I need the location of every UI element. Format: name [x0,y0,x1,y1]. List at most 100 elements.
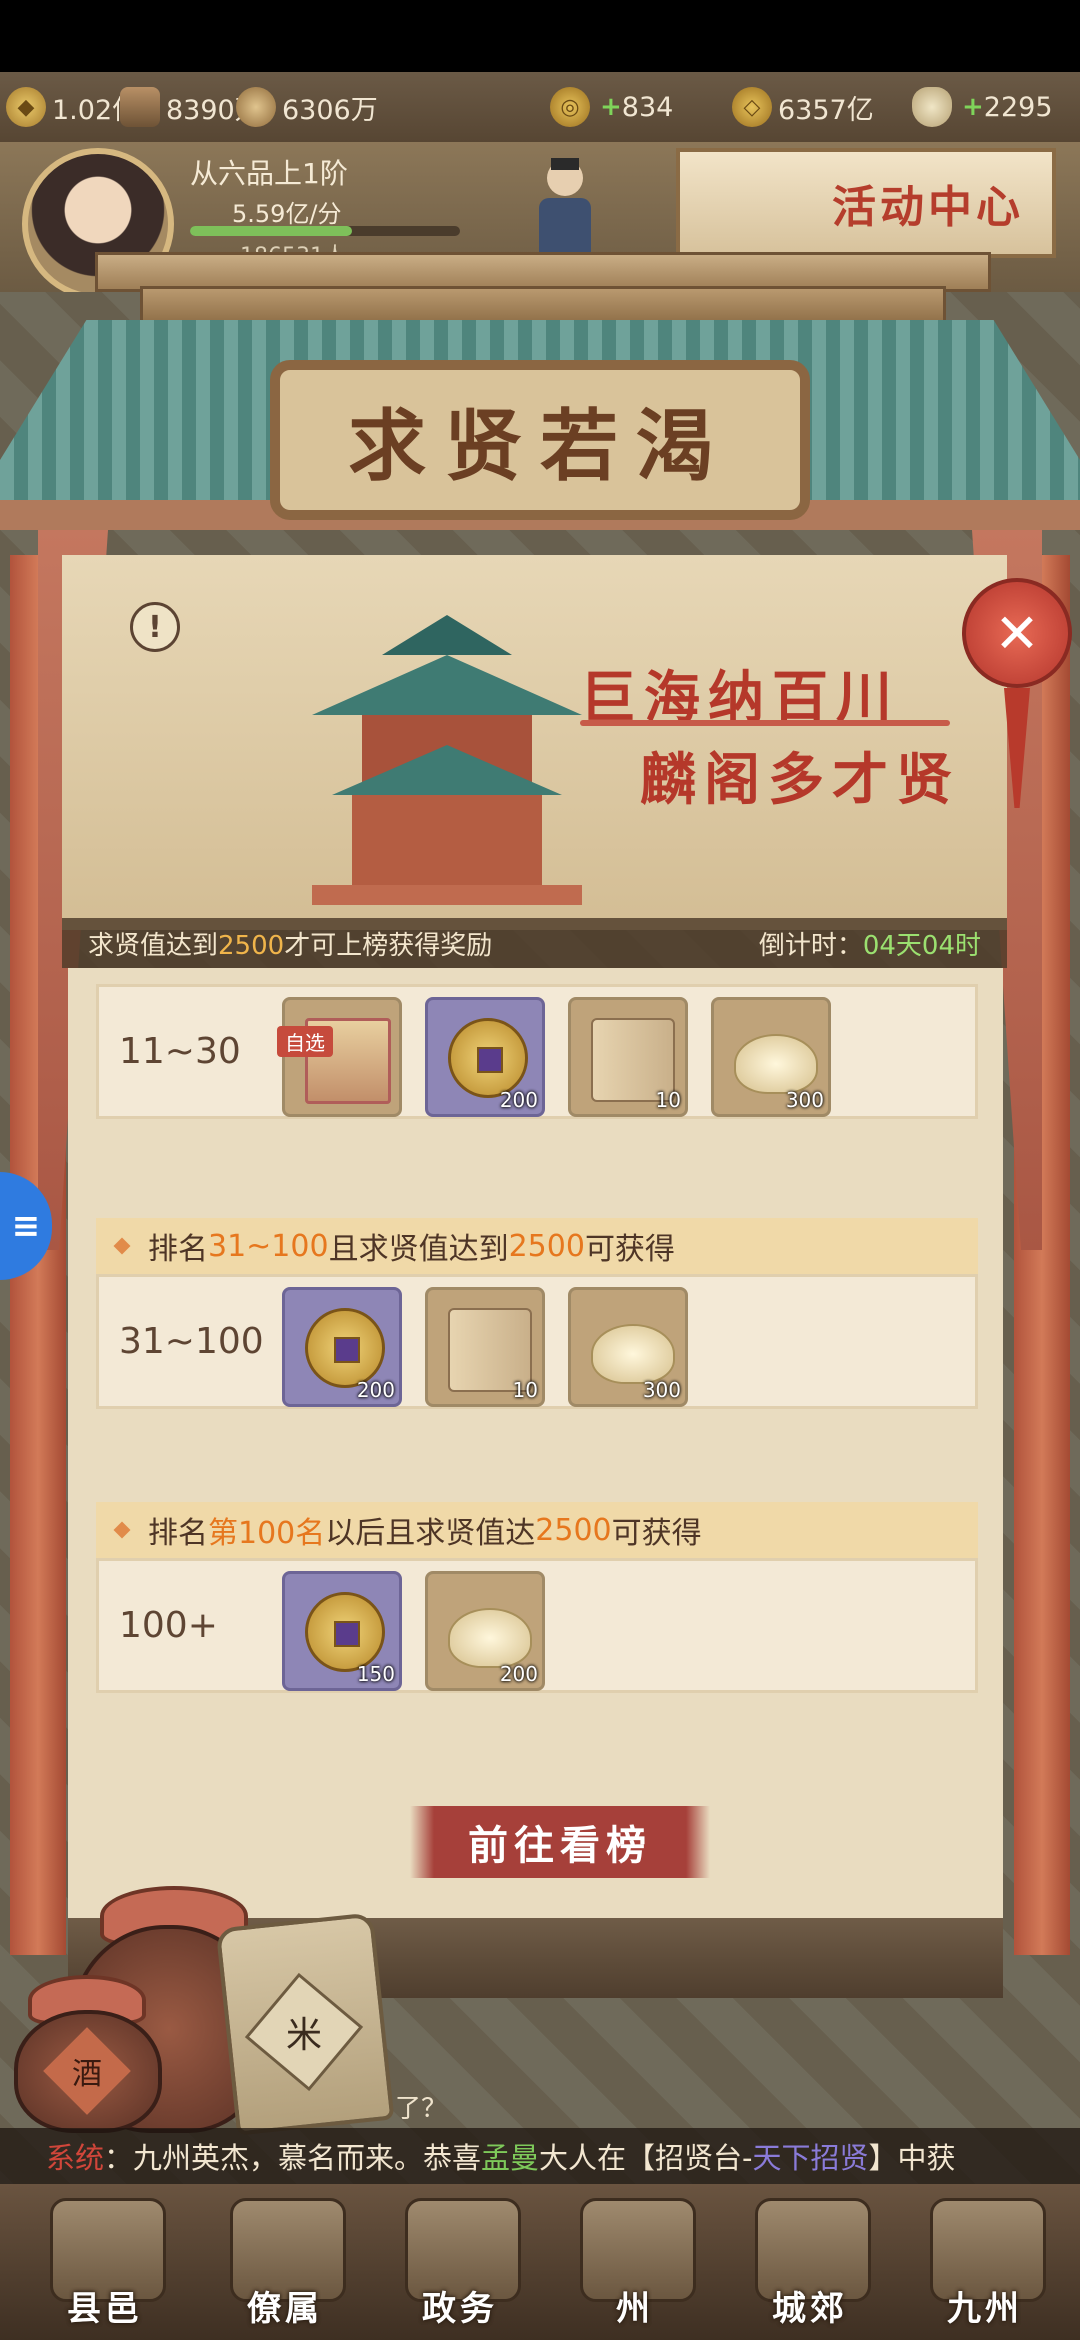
reward-qty: 300 [785,1088,824,1112]
wood-icon [120,87,160,127]
view-leaderboard-button[interactable]: 前往看榜 [410,1806,710,1878]
close-button[interactable]: ✕ [962,578,1072,688]
condition-value: 2500 [508,1228,585,1264]
nav-label: 僚属 [247,2289,323,2329]
rice-label-text: 米 [285,2014,323,2056]
nav-label: 城郊 [772,2289,848,2329]
condition-text: 以后且求贤值达 [325,1516,536,1551]
plus-icon[interactable]: + [962,92,984,122]
requirement-value: 2500 [218,930,285,961]
reward-tier-11-30: 11~30 200 10 300 [96,984,978,1119]
menu-icon: ≡ [11,1206,41,1246]
nav-label: 县邑 [67,2289,143,2329]
condition-text: 排名 [148,1232,208,1267]
requirement-text: 求贤值达到2500才可上榜获得奖励 [88,925,492,962]
nav-affairs[interactable]: 政务 [385,2184,535,2340]
condition-value: 2500 [535,1512,612,1548]
reward-tier-31-100: 31~100 200 10 300 [96,1274,978,1409]
bottom-nav: 县邑 僚属 政务 州 城郊 九州 [0,2184,1080,2340]
reward-slot[interactable]: 300 [711,997,831,1117]
rank-progress [190,226,460,236]
optional-badge: 自选 [277,1026,333,1057]
reward-slot[interactable]: 200 [425,997,545,1117]
income-rate: 5.59亿/分 [232,200,342,228]
diamond-icon [113,1521,131,1539]
coin-icon: ◎ [550,87,590,127]
condition-text: 且求贤值达到 [328,1232,509,1267]
activity-center-button[interactable]: 活动中心 [676,148,1056,258]
reward-qty: 300 [642,1378,681,1402]
system-label: 系统 [46,2141,105,2175]
wine-label-text: 酒 [72,2057,102,2092]
copper-coin-icon [305,1308,385,1388]
requirement-suffix: 才可上榜获得奖励 [284,930,493,961]
copper-coin-icon [305,1592,385,1672]
condition-text: 可获得 [584,1232,675,1267]
condition-text: 可获得 [611,1516,702,1551]
status-bar [0,0,1080,72]
countdown: 倒计时：04天04时 [759,925,981,962]
condition-text: 排名 [148,1516,208,1551]
reward-tier-100-plus: 100+ 150 200 [96,1558,978,1693]
tier-rank: 100+ [119,1605,218,1646]
reward-qty: 10 [512,1378,538,1402]
resource-grain: 6306万 [236,86,378,128]
countdown-label: 倒计时： [758,930,863,961]
reward-qty: 10 [655,1088,681,1112]
resource-coin[interactable]: ◎ + 834 [550,86,673,128]
countdown-value: 04天04时 [862,930,981,961]
reward-slot[interactable]: 150 [282,1571,402,1691]
reward-slot[interactable]: 200 [282,1287,402,1407]
player-name: 孟曼 [481,2141,540,2175]
resource-copper: ◇ 6357亿 [732,86,874,128]
reward-slot[interactable]: 10 [425,1287,545,1407]
reward-slot[interactable]: 200 [425,1571,545,1691]
silver-icon: ◆ [6,87,46,127]
copper-coin-icon: ◇ [732,87,772,127]
event-name: 天下招贤 [752,2141,869,2175]
ingot-icon [591,1324,675,1384]
reward-slot[interactable]: 300 [568,1287,688,1407]
reward-qty: 150 [356,1662,395,1686]
nav-label: 政务 [422,2289,498,2329]
nav-county[interactable]: 县邑 [30,2184,180,2340]
copper-coin-icon [448,1018,528,1098]
diamond-icon [113,1237,131,1255]
brush-stroke [580,720,950,726]
nav-nine-provinces[interactable]: 九州 [910,2184,1060,2340]
close-icon: ✕ [994,601,1040,665]
resource-value: 6306万 [282,94,378,126]
tier-condition-100-plus: 排名 第100名 以后且求贤值达 2500 可获得 [96,1502,978,1558]
tier-rank: 31~100 [119,1321,264,1362]
reward-qty: 200 [356,1378,395,1402]
ingot-icon [448,1608,532,1668]
pavilion-illustration-icon [312,615,582,905]
nav-prefecture[interactable]: 州 [560,2184,710,2340]
reward-slot[interactable] [282,997,402,1117]
ingot-icon [734,1034,818,1094]
grain-icon [236,87,276,127]
official-rank: 从六品上1阶 [190,157,348,190]
nav-suburbs[interactable]: 城郊 [735,2184,885,2340]
resource-bar: ◆ 1.02亿 8390万 6306万 ◎ + 834 ◇ 6357亿 + 22… [0,72,1080,142]
modal-title-text: 求贤若渴 [347,401,732,492]
requirement-bar: 求贤值达到2500才可上榜获得奖励 倒计时：04天04时 [62,918,1007,968]
slogan-line-2: 麟阁多才贤 [640,747,960,813]
modal-title: 求贤若渴 [270,360,810,520]
message-text: 大人在【招贤台- [539,2141,753,2175]
partial-speech-text: 了？ [395,2094,448,2124]
message-text: 】中获 [868,2141,956,2175]
condition-rank: 31~100 [208,1228,329,1264]
nav-subordinates[interactable]: 僚属 [210,2184,360,2340]
reward-slot[interactable]: 10 [568,997,688,1117]
plus-icon[interactable]: + [600,92,622,122]
requirement-prefix: 求贤值达到 [88,930,219,961]
view-leaderboard-label: 前往看榜 [468,1822,652,1869]
info-icon[interactable]: ! [130,602,180,652]
resource-value: 2295 [983,91,1053,123]
ingot-icon [912,87,952,127]
tier-condition-31-100: 排名 31~100 且求贤值达到 2500 可获得 [96,1218,978,1274]
resource-value: 6357亿 [778,94,874,126]
resource-ingot[interactable]: + 2295 [912,86,1053,128]
resource-value: 834 [621,91,674,123]
